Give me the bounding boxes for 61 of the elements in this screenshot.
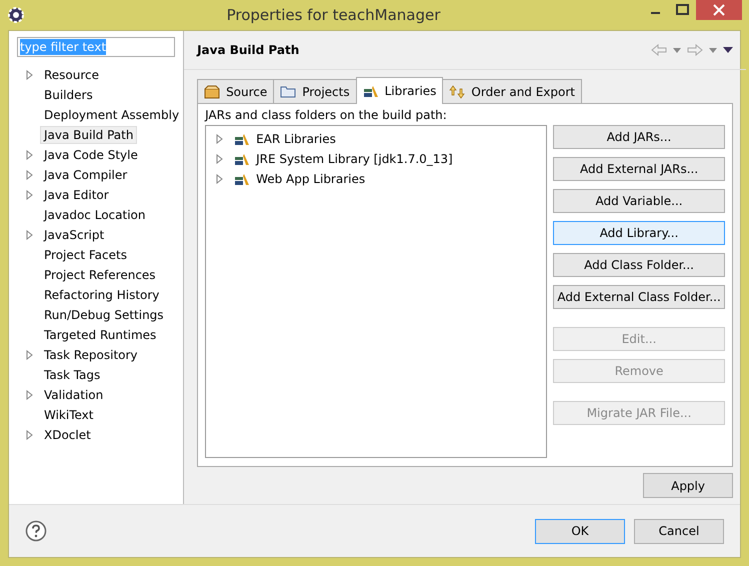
sidebar-item[interactable]: Task Repository <box>40 346 142 364</box>
ok-button[interactable]: OK <box>535 518 625 544</box>
sidebar-item[interactable]: Refactoring History <box>40 286 164 304</box>
tab[interactable]: Order and Export <box>442 79 582 103</box>
add-button[interactable]: Add External JARs... <box>553 157 726 181</box>
cancel-button[interactable]: Cancel <box>634 518 724 544</box>
sidebar-item[interactable]: JavaScript <box>40 226 108 244</box>
sidebar-item[interactable]: Resource <box>40 66 104 84</box>
add-button[interactable]: Add Class Folder... <box>553 253 726 277</box>
add-button[interactable]: Add JARs... <box>553 125 726 149</box>
sidebar-item[interactable]: XDoclet <box>40 426 95 444</box>
books-icon <box>234 132 250 146</box>
caret-icon[interactable] <box>709 48 718 52</box>
sidebar-item[interactable]: Project References <box>40 266 160 284</box>
sidebar-item[interactable]: Java Code Style <box>40 146 142 164</box>
add-button[interactable]: Add External Class Folder... <box>553 285 726 309</box>
books-icon <box>234 152 250 166</box>
package-icon <box>204 84 220 98</box>
library-item[interactable]: EAR Libraries <box>254 132 336 146</box>
books-icon <box>362 84 379 98</box>
sidebar-item[interactable]: Javadoc Location <box>40 206 150 224</box>
help-icon[interactable] <box>25 520 47 542</box>
expand-icon[interactable] <box>26 230 34 240</box>
tab[interactable]: Source <box>197 79 274 103</box>
sidebar-item[interactable]: Validation <box>40 386 108 404</box>
expand-icon[interactable] <box>26 70 34 80</box>
forward-arrow-icon[interactable] <box>687 44 704 56</box>
sidebar-item[interactable]: Java Compiler <box>40 166 132 184</box>
library-item[interactable]: Web App Libraries <box>254 172 366 186</box>
books-icon <box>234 172 250 186</box>
add-button[interactable]: Add Library... <box>553 221 726 245</box>
expand-icon[interactable] <box>26 430 34 440</box>
tab[interactable]: Libraries <box>356 77 444 104</box>
expand-icon[interactable] <box>26 390 34 400</box>
sidebar-item[interactable]: Targeted Runtimes <box>40 326 160 344</box>
apply-button[interactable]: Apply <box>643 473 734 498</box>
sidebar-item[interactable]: Project Facets <box>40 246 131 264</box>
back-arrow-icon[interactable] <box>651 44 668 56</box>
sidebar-item[interactable]: WikiText <box>40 406 98 424</box>
expand-icon[interactable] <box>26 350 34 360</box>
expand-icon[interactable] <box>216 174 224 184</box>
add-button[interactable]: Add Variable... <box>553 189 726 213</box>
close-icon[interactable] <box>696 0 742 20</box>
menu-caret-icon[interactable] <box>723 47 734 53</box>
folder-icon <box>280 85 296 98</box>
gear-icon <box>7 6 25 24</box>
sidebar-item[interactable]: Java Build Path <box>40 126 138 144</box>
sidebar-item[interactable]: Deployment Assembly <box>40 106 184 124</box>
library-item[interactable]: JRE System Library [jdk1.7.0_13] <box>254 152 453 166</box>
window-title: Properties for teachManager <box>226 6 442 24</box>
page-title: Java Build Path <box>197 43 300 57</box>
sidebar-item[interactable]: Java Editor <box>40 186 113 204</box>
arrows-icon <box>449 84 466 98</box>
caret-icon[interactable] <box>673 48 682 52</box>
sidebar-item[interactable]: Builders <box>40 86 97 104</box>
list-label: JARs and class folders on the build path: <box>205 108 448 122</box>
expand-icon[interactable] <box>216 154 224 164</box>
expand-icon[interactable] <box>216 134 224 144</box>
sidebar-item[interactable]: Task Tags <box>40 366 104 384</box>
tab[interactable]: Projects <box>273 79 357 103</box>
sidebar-item[interactable]: Run/Debug Settings <box>40 306 168 324</box>
